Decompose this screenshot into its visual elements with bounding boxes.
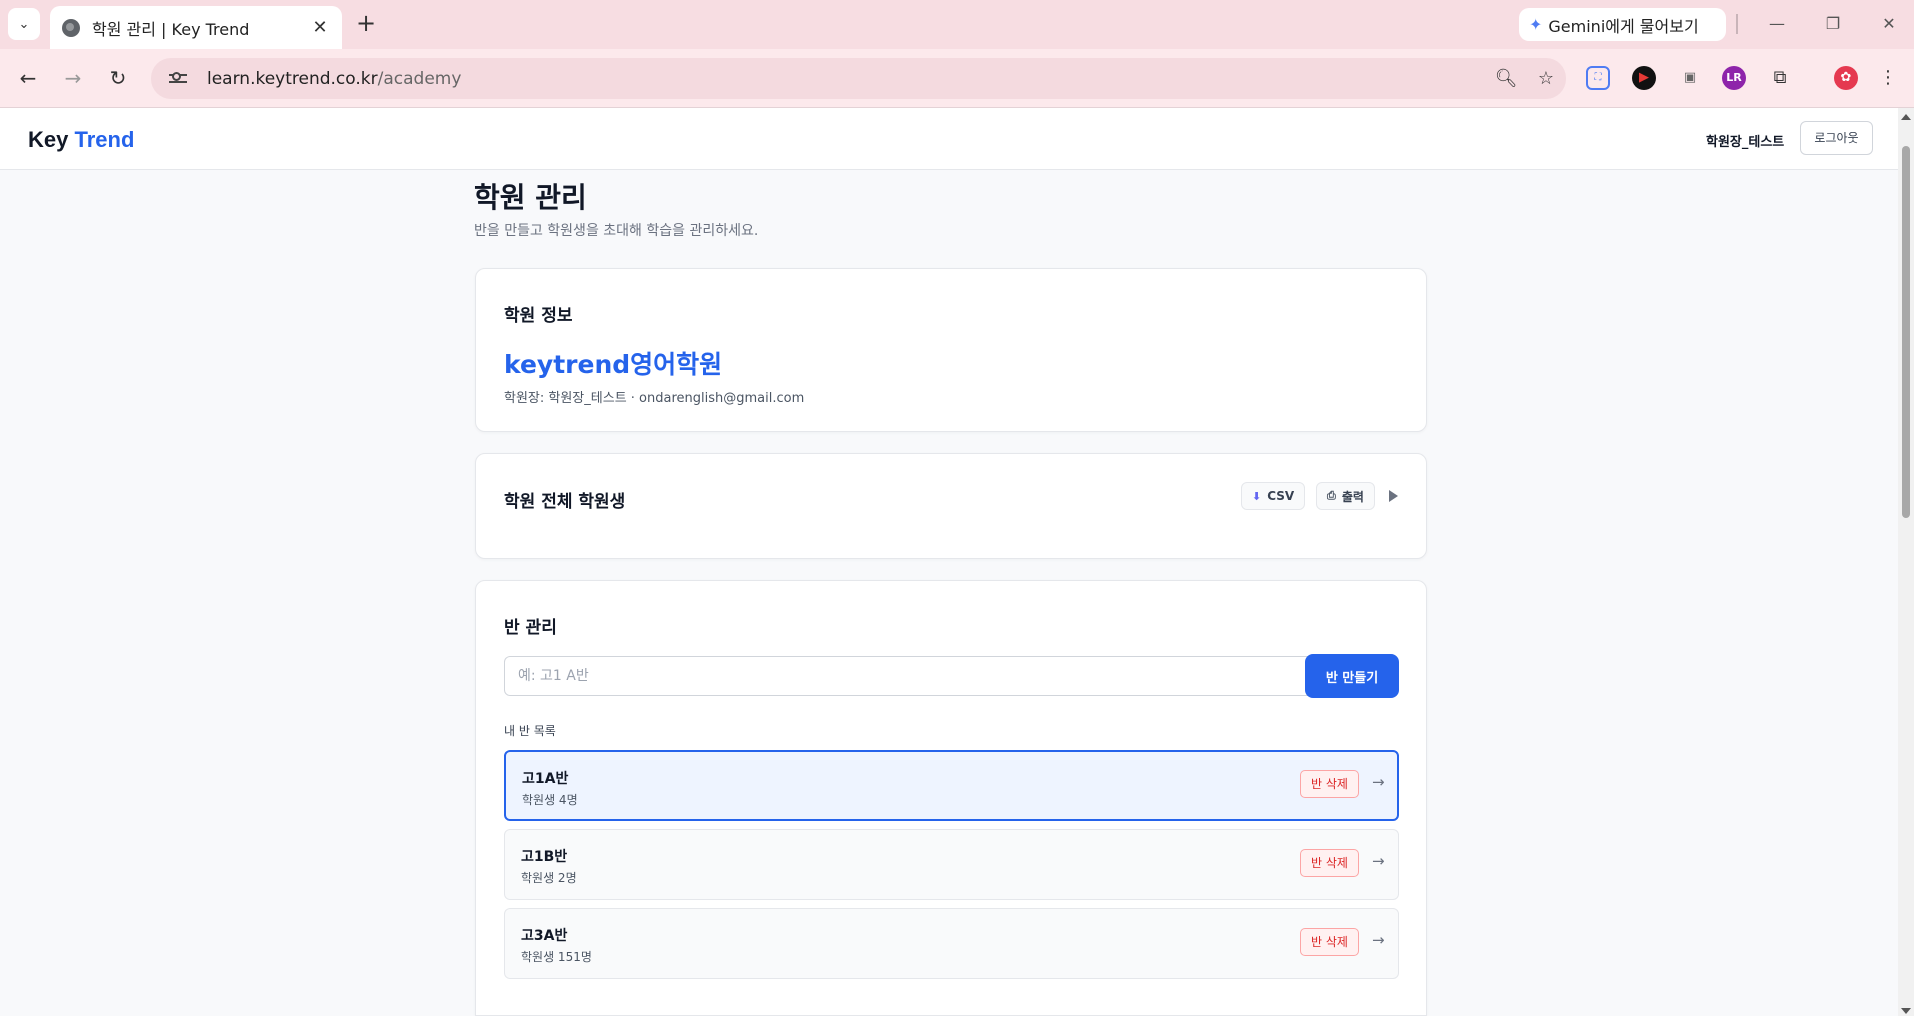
scroll-up-arrow-icon[interactable] xyxy=(1901,114,1911,120)
arrow-right-icon[interactable]: → xyxy=(1372,931,1385,949)
class-name: 고1B반 xyxy=(521,849,568,865)
arrow-right-icon[interactable]: → xyxy=(1372,852,1385,870)
all-students-card[interactable]: 학원 전체 학원생 ⬇ CSV ⎙ 출력 xyxy=(475,453,1427,559)
printer-icon: ⎙ xyxy=(1327,489,1336,502)
reload-icon[interactable]: ↻ xyxy=(102,62,134,94)
browser-tab-bar: ⌄ 학원 관리 | Key Trend ✕ + ✦ Gemini에게 물어보기 … xyxy=(0,0,1914,49)
address-bar[interactable]: learn.keytrend.co.kr/academy 🔍︎ ☆ xyxy=(151,58,1566,99)
scroll-down-arrow-icon[interactable] xyxy=(1901,1008,1911,1014)
academy-owner-meta: 학원장: 학원장_테스트 · ondarenglish@gmail.com xyxy=(504,391,805,406)
puzzle-extensions-icon[interactable]: ⧉ xyxy=(1768,66,1792,90)
academy-name: keytrend영어학원 xyxy=(504,350,723,379)
new-tab-plus-icon[interactable]: + xyxy=(352,10,380,38)
forward-arrow-icon[interactable]: → xyxy=(57,62,89,94)
arrow-right-icon[interactable]: → xyxy=(1372,773,1385,791)
minimize-icon[interactable]: — xyxy=(1762,10,1792,38)
media-extension-icon[interactable]: ▶ xyxy=(1632,66,1656,90)
tab-title: 학원 관리 | Key Trend xyxy=(92,19,250,39)
gemini-button[interactable]: ✦ Gemini에게 물어보기 xyxy=(1519,8,1726,41)
globe-icon xyxy=(62,18,80,37)
csv-export-button[interactable]: ⬇ CSV xyxy=(1241,482,1306,510)
browser-menu-icon[interactable]: ⋮ xyxy=(1876,66,1900,90)
class-list-label: 내 반 목록 xyxy=(504,724,556,738)
class-name: 고3A반 xyxy=(521,928,568,944)
url-text[interactable]: learn.keytrend.co.kr/academy xyxy=(207,69,1486,89)
class-management-title: 반 관리 xyxy=(504,618,557,638)
browser-tab-active[interactable]: 학원 관리 | Key Trend ✕ xyxy=(50,6,342,49)
class-row-3a[interactable]: 고3A반 학원생 151명 반 삭제 → xyxy=(504,908,1399,979)
academy-info-title: 학원 정보 xyxy=(504,306,573,326)
page-subtitle: 반을 만들고 학원생을 초대해 학습을 관리하세요. xyxy=(474,223,759,239)
site-header: Key Trend 학원장_테스트 로그아웃 xyxy=(0,108,1898,170)
download-icon: ⬇ xyxy=(1252,489,1262,503)
screen-capture-extension-icon[interactable]: ⛶ xyxy=(1586,66,1610,90)
zoom-icon[interactable]: 🔍︎ xyxy=(1486,68,1526,89)
class-management-card: 반 관리 반 만들기 내 반 목록 고1A반 학원생 4명 반 삭제 → 고1B… xyxy=(475,580,1427,1016)
class-student-count: 학원생 4명 xyxy=(522,793,578,807)
expand-triangle-icon[interactable] xyxy=(1389,490,1398,502)
all-students-title: 학원 전체 학원생 xyxy=(504,492,626,512)
translate-extension-icon[interactable]: ▣ xyxy=(1678,66,1702,90)
class-row-1a[interactable]: 고1A반 학원생 4명 반 삭제 → xyxy=(504,750,1399,821)
user-name: 학원장_테스트 xyxy=(1706,135,1785,150)
site-info-icon[interactable] xyxy=(169,71,187,86)
create-class-button[interactable]: 반 만들기 xyxy=(1305,654,1399,698)
class-row-1b[interactable]: 고1B반 학원생 2명 반 삭제 → xyxy=(504,829,1399,900)
print-button[interactable]: ⎙ 출력 xyxy=(1316,482,1375,510)
gemini-label: Gemini에게 물어보기 xyxy=(1548,16,1699,36)
gemini-sparkle-icon: ✦ xyxy=(1529,15,1543,34)
delete-class-button[interactable]: 반 삭제 xyxy=(1300,928,1359,956)
profile-avatar-icon[interactable]: ✿ xyxy=(1834,66,1858,90)
tab-close-icon[interactable]: ✕ xyxy=(310,17,330,38)
scroll-thumb[interactable] xyxy=(1902,146,1910,518)
delete-class-button[interactable]: 반 삭제 xyxy=(1300,770,1359,798)
browser-toolbar: ← → ↻ learn.keytrend.co.kr/academy 🔍︎ ☆ … xyxy=(0,49,1914,108)
bookmark-star-icon[interactable]: ☆ xyxy=(1526,68,1566,89)
lr-extension-icon[interactable]: LR xyxy=(1722,66,1746,90)
class-name-input[interactable] xyxy=(504,656,1332,696)
close-window-icon[interactable]: ✕ xyxy=(1874,10,1904,38)
page-title: 학원 관리 xyxy=(474,181,587,214)
academy-info-card: 학원 정보 keytrend영어학원 학원장: 학원장_테스트 · ondare… xyxy=(475,268,1427,432)
delete-class-button[interactable]: 반 삭제 xyxy=(1300,849,1359,877)
page-scrollbar[interactable] xyxy=(1898,108,1914,1016)
restore-icon[interactable]: ❐ xyxy=(1818,10,1848,38)
window-controls-divider xyxy=(1736,14,1738,34)
class-student-count: 학원생 2명 xyxy=(521,871,577,885)
class-name: 고1A반 xyxy=(522,771,569,787)
logout-button[interactable]: 로그아웃 xyxy=(1800,121,1873,155)
tab-search-chevron-icon[interactable]: ⌄ xyxy=(8,8,40,40)
back-arrow-icon[interactable]: ← xyxy=(12,62,44,94)
class-student-count: 학원생 151명 xyxy=(521,950,592,964)
logo[interactable]: Key Trend xyxy=(28,127,134,153)
